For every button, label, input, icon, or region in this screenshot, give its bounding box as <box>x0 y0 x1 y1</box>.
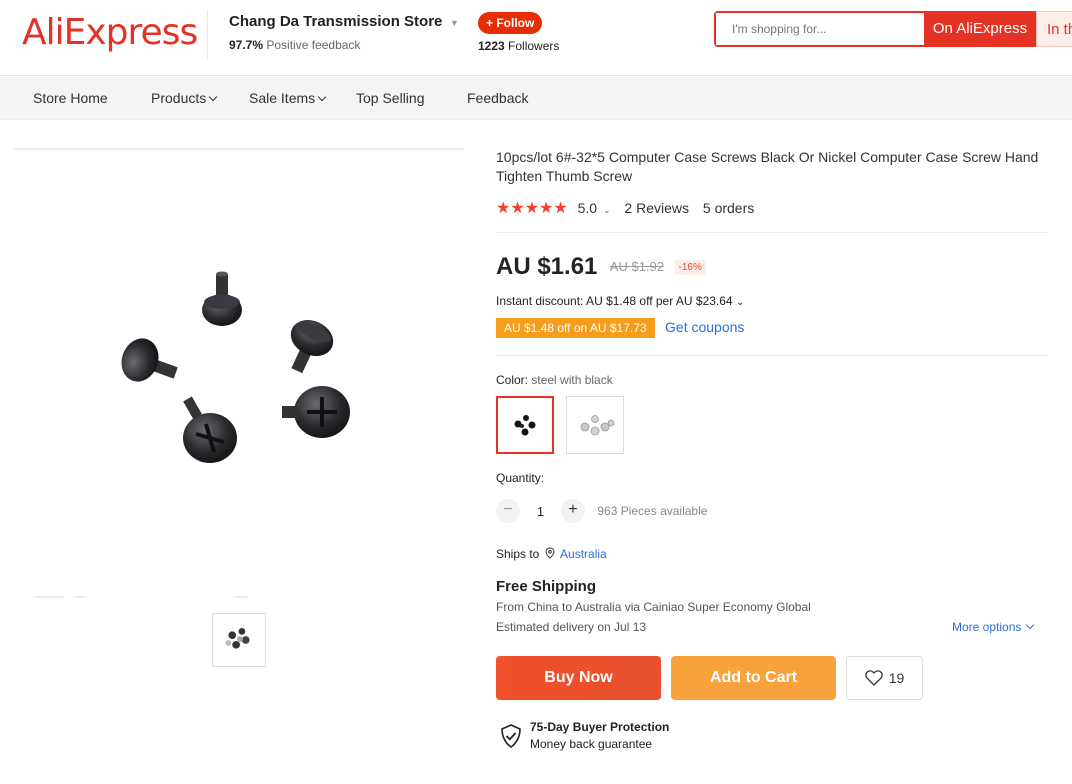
protection-title: 75-Day Buyer Protection <box>530 720 670 734</box>
chevron-down-icon[interactable]: ⌄ <box>603 205 611 215</box>
feedback-label: Positive feedback <box>266 38 361 52</box>
search-in-store-button[interactable]: In th <box>1036 11 1072 47</box>
nav-sale-items[interactable]: Sale Items <box>249 90 327 106</box>
original-price: AU $1.92 <box>609 259 665 274</box>
star-rating-icon: ★★★★★ <box>496 200 568 217</box>
available-count: 963 Pieces available <box>597 504 708 518</box>
current-price: AU $1.61 <box>496 253 598 280</box>
quantity-value[interactable]: 1 <box>524 504 556 519</box>
coupon-row: AU $1.48 off on AU $17.73 Get coupons <box>496 318 744 338</box>
color-swatch-nickel[interactable] <box>566 396 624 454</box>
price-row: AU $1.61 AU $1.92 -16% <box>496 253 706 281</box>
ships-to-location[interactable]: Australia <box>560 547 607 561</box>
chevron-down-icon <box>317 92 327 102</box>
color-swatch-black[interactable] <box>496 396 554 454</box>
color-label-text: Color: <box>496 373 529 387</box>
free-shipping: Free Shipping <box>496 578 597 595</box>
quantity-decrease-button[interactable]: − <box>496 499 520 523</box>
followers-label: Followers <box>508 39 560 53</box>
buy-now-button[interactable]: Buy Now <box>496 656 661 700</box>
add-to-cart-button[interactable]: Add to Cart <box>671 656 836 700</box>
location-pin-icon <box>545 547 558 561</box>
quantity-stepper: − 1 + 963 Pieces available <box>496 499 707 523</box>
product-title: 10pcs/lot 6#-32*5 Computer Case Screws B… <box>496 149 1039 184</box>
coupon-badge[interactable]: AU $1.48 off on AU $17.73 <box>496 318 655 338</box>
product-main-image[interactable] <box>14 150 464 598</box>
nav-top-selling[interactable]: Top Selling <box>356 90 425 106</box>
wishlist-button[interactable]: 19 <box>846 656 923 700</box>
search-aliexpress-button[interactable]: On AliExpress <box>924 11 1036 47</box>
nav-label: Store Home <box>33 90 108 106</box>
color-label: Color: steel with black <box>496 373 613 387</box>
follow-button[interactable]: + Follow <box>478 12 543 34</box>
nav-products[interactable]: Products <box>151 90 218 106</box>
chevron-down-icon: ⌄ <box>735 297 745 308</box>
search-input[interactable] <box>716 13 924 45</box>
estimated-delivery: Estimated delivery on Jul 13 <box>496 620 647 634</box>
store-name[interactable]: Chang Da Transmission Store <box>229 13 442 30</box>
instant-discount[interactable]: Instant discount: AU $1.48 off per AU $2… <box>496 294 744 308</box>
nav-store-home[interactable]: Store Home <box>33 90 108 106</box>
store-nav: Store Home Products Sale Items Top Selli… <box>0 77 1072 120</box>
product-info: 10pcs/lot 6#-32*5 Computer Case Screws B… <box>496 148 1048 751</box>
nav-label: Products <box>151 90 207 106</box>
more-options-label: More options <box>952 620 1022 634</box>
store-feedback: 97.7% Positive feedback <box>229 38 459 52</box>
discount-badge: -16% <box>674 260 706 275</box>
orders-count: 5 orders <box>702 200 755 216</box>
reviews-link[interactable]: 2 Reviews <box>624 200 689 216</box>
wishlist-count: 19 <box>888 670 905 686</box>
follow-block: + Follow 1223 Followers <box>478 12 559 53</box>
protection-subtitle: Money back guarantee <box>530 737 653 751</box>
product-thumbnail[interactable] <box>212 613 266 667</box>
store-info: Chang Da Transmission Store ▼ 97.7% Posi… <box>207 10 459 60</box>
logo-text: AliExpress <box>22 12 198 53</box>
aliexpress-logo[interactable]: AliExpress <box>22 12 198 53</box>
quantity-increase-button[interactable]: + <box>560 499 585 523</box>
chevron-down-icon <box>209 92 218 102</box>
rating-row: ★★★★★ 5.0 ⌄ 2 Reviews 5 orders <box>496 198 754 218</box>
followers-number: 1223 <box>478 39 505 53</box>
instant-discount-text: Instant discount: AU $1.48 off per AU $2… <box>496 294 733 308</box>
divider <box>496 355 1048 356</box>
quantity-label: Quantity: <box>496 471 545 485</box>
color-value: steel with black <box>531 373 613 387</box>
ships-to-label: Ships to <box>496 547 540 561</box>
rating-value[interactable]: 5.0 <box>578 200 597 216</box>
nav-label: Top Selling <box>356 90 425 106</box>
get-coupons-link[interactable]: Get coupons <box>665 319 744 335</box>
ships-to: Ships to Australia <box>496 547 607 561</box>
nav-label: Sale Items <box>249 90 316 106</box>
heart-icon <box>864 670 883 687</box>
store-dropdown-icon[interactable]: ▼ <box>450 18 459 28</box>
divider <box>496 232 1048 233</box>
feedback-percent: 97.7% <box>229 38 264 52</box>
followers-count: 1223 Followers <box>478 39 559 53</box>
nav-label: Feedback <box>467 90 529 106</box>
search-bar: On AliExpress In th <box>714 11 1072 47</box>
store-header: AliExpress Chang Da Transmission Store ▼… <box>0 0 1072 76</box>
shipping-detail: From China to Australia via Cainiao Supe… <box>496 600 811 614</box>
chevron-down-icon <box>1026 620 1035 630</box>
nav-feedback[interactable]: Feedback <box>467 90 528 106</box>
shield-check-icon <box>501 724 521 748</box>
more-options-link[interactable]: More options <box>952 620 1035 634</box>
